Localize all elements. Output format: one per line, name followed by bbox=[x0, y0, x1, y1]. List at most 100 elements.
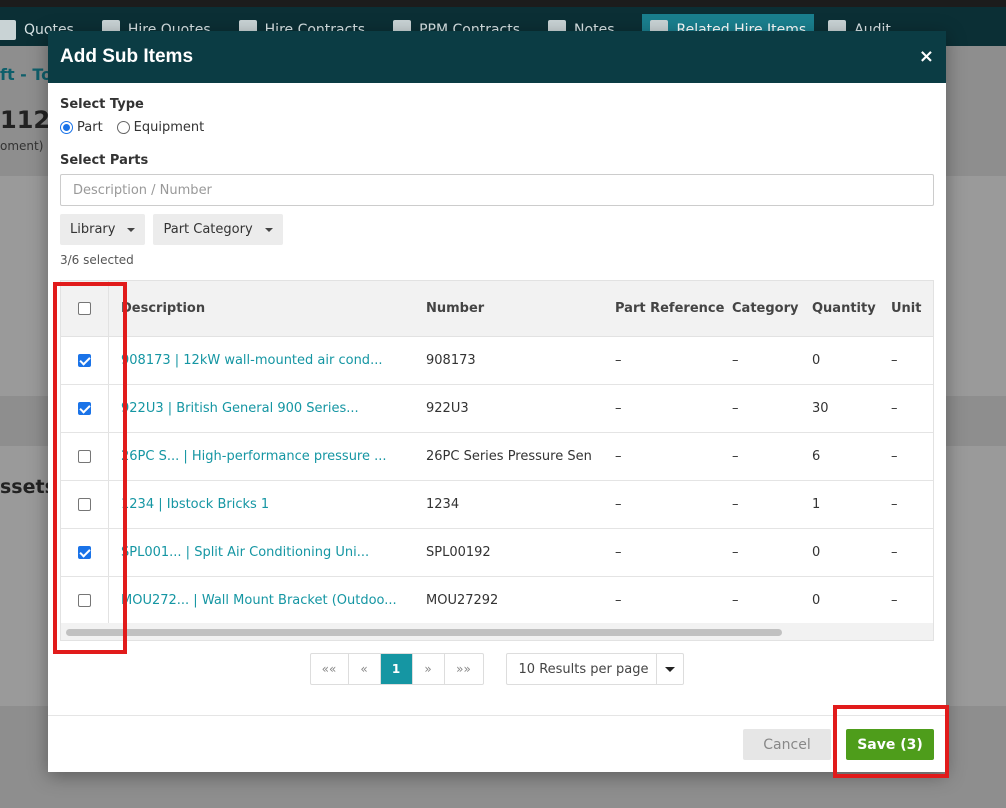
part-quantity: 0 bbox=[812, 353, 821, 368]
part-quantity: 6 bbox=[812, 449, 821, 464]
results-per-page-value: 10 Results per page bbox=[507, 654, 658, 684]
part-category: – bbox=[732, 593, 739, 608]
column-header-number[interactable]: Number bbox=[426, 301, 615, 316]
part-unit: – bbox=[891, 545, 898, 560]
table-header: Description Number Part Reference Catego… bbox=[61, 281, 933, 337]
part-number: MOU27292 bbox=[426, 593, 499, 608]
select-type-label: Select Type bbox=[60, 97, 144, 112]
horizontal-scrollbar[interactable] bbox=[61, 623, 933, 640]
part-category: – bbox=[732, 545, 739, 560]
row-checkbox[interactable] bbox=[78, 450, 91, 463]
first-page-button[interactable]: «« bbox=[311, 654, 349, 684]
table-row: SPL001... | Split Air Conditioning Uni..… bbox=[61, 529, 933, 577]
save-button[interactable]: Save (3) bbox=[846, 729, 934, 760]
part-category-filter-dropdown[interactable]: Part Category bbox=[153, 214, 283, 245]
part-description-link[interactable]: 908173 | 12kW wall-mounted air cond... bbox=[109, 353, 426, 368]
search-input[interactable]: Description / Number bbox=[60, 174, 934, 206]
part-unit: – bbox=[891, 353, 898, 368]
table-row: 908173 | 12kW wall-mounted air cond... 90… bbox=[61, 337, 933, 385]
table-row: 26PC S... | High-performance pressure ..… bbox=[61, 433, 933, 481]
part-quantity: 30 bbox=[812, 401, 829, 416]
modal-header: Add Sub Items × bbox=[48, 31, 946, 83]
part-description-link[interactable]: MOU272... | Wall Mount Bracket (Outdoo..… bbox=[109, 593, 426, 608]
part-reference: – bbox=[615, 593, 622, 608]
radio-button[interactable] bbox=[60, 121, 73, 134]
cancel-button[interactable]: Cancel bbox=[743, 729, 831, 760]
close-icon[interactable]: × bbox=[919, 48, 934, 66]
results-per-page-select[interactable]: 10 Results per page bbox=[505, 653, 685, 685]
part-reference: – bbox=[615, 401, 622, 416]
table-row: 922U3 | British General 900 Series... 922… bbox=[61, 385, 933, 433]
filter-bar: Library Part Category bbox=[60, 214, 934, 245]
row-checkbox[interactable] bbox=[78, 594, 91, 607]
row-checkbox[interactable] bbox=[78, 546, 91, 559]
column-header-category[interactable]: Category bbox=[732, 301, 812, 316]
next-page-button[interactable]: » bbox=[413, 654, 445, 684]
row-select-cell bbox=[61, 481, 109, 528]
add-sub-items-modal: Add Sub Items × Select Type Part Equipme… bbox=[48, 31, 946, 772]
part-reference: – bbox=[615, 353, 622, 368]
row-select-cell bbox=[61, 433, 109, 480]
part-description-link[interactable]: SPL001... | Split Air Conditioning Uni..… bbox=[109, 545, 426, 560]
radio-part[interactable]: Part bbox=[60, 120, 103, 135]
row-select-cell bbox=[61, 577, 109, 624]
part-number: 922U3 bbox=[426, 401, 469, 416]
column-header-part-reference[interactable]: Part Reference bbox=[615, 301, 732, 316]
background-subtitle: oment) a bbox=[0, 139, 55, 153]
radio-button[interactable] bbox=[116, 121, 130, 134]
row-select-cell bbox=[61, 337, 109, 384]
part-unit: – bbox=[891, 497, 898, 512]
part-description-link[interactable]: 1234 | Ibstock Bricks 1 bbox=[109, 497, 426, 512]
clipboard-icon bbox=[0, 20, 16, 40]
table-row: MOU272... | Wall Mount Bracket (Outdoo..… bbox=[61, 577, 933, 625]
app-top-bar bbox=[0, 0, 1006, 7]
table-row: 1234 | Ibstock Bricks 1 1234 – – 1 – bbox=[61, 481, 933, 529]
part-unit: – bbox=[891, 401, 898, 416]
part-category: – bbox=[732, 401, 739, 416]
pagination: «« « 1 » »» bbox=[309, 653, 484, 685]
part-number: SPL00192 bbox=[426, 545, 491, 560]
part-reference: – bbox=[615, 497, 622, 512]
modal-footer: Cancel Save (3) bbox=[48, 715, 946, 772]
modal-body: Select Type Part Equipment Select Parts … bbox=[48, 83, 946, 685]
part-number: 26PC Series Pressure Sen bbox=[426, 449, 592, 464]
pagination-row: «« « 1 » »» 10 Results per page bbox=[60, 653, 934, 685]
parts-table: Description Number Part Reference Catego… bbox=[60, 280, 934, 641]
caret-down-icon bbox=[127, 227, 136, 232]
scrollbar-thumb[interactable] bbox=[66, 629, 782, 636]
row-select-cell bbox=[61, 529, 109, 576]
part-unit: – bbox=[891, 593, 898, 608]
part-category: – bbox=[732, 449, 739, 464]
previous-page-button[interactable]: « bbox=[349, 654, 381, 684]
part-quantity: 1 bbox=[812, 497, 821, 512]
page-1-button[interactable]: 1 bbox=[380, 654, 413, 684]
part-number: 1234 bbox=[426, 497, 460, 512]
last-page-button[interactable]: »» bbox=[445, 654, 483, 684]
part-description-link[interactable]: 26PC S... | High-performance pressure ..… bbox=[109, 449, 426, 464]
column-header-description[interactable]: Description bbox=[109, 301, 426, 316]
row-checkbox[interactable] bbox=[78, 402, 91, 415]
row-checkbox[interactable] bbox=[78, 498, 91, 511]
part-category: – bbox=[732, 497, 739, 512]
table-body: 908173 | 12kW wall-mounted air cond... 90… bbox=[61, 337, 933, 625]
selected-count: 3/6 selected bbox=[60, 253, 134, 267]
library-filter-dropdown[interactable]: Library bbox=[60, 214, 146, 245]
select-all-cell bbox=[61, 281, 109, 336]
part-category: – bbox=[732, 353, 739, 368]
row-checkbox[interactable] bbox=[78, 354, 91, 367]
modal-title: Add Sub Items bbox=[60, 46, 194, 67]
select-type-radio-group: Part Equipment bbox=[60, 120, 934, 135]
caret-down-icon bbox=[264, 227, 273, 232]
select-all-checkbox[interactable] bbox=[78, 302, 91, 315]
part-quantity: 0 bbox=[812, 545, 821, 560]
column-header-unit[interactable]: Unit bbox=[891, 301, 931, 316]
part-quantity: 0 bbox=[812, 593, 821, 608]
part-reference: – bbox=[615, 449, 622, 464]
radio-equipment[interactable]: Equipment bbox=[116, 120, 204, 135]
column-header-quantity[interactable]: Quantity bbox=[812, 301, 891, 316]
row-select-cell bbox=[61, 385, 109, 432]
part-description-link[interactable]: 922U3 | British General 900 Series... bbox=[109, 401, 426, 416]
caret-down-icon[interactable] bbox=[657, 654, 683, 684]
part-reference: – bbox=[615, 545, 622, 560]
select-parts-label: Select Parts bbox=[60, 153, 149, 168]
